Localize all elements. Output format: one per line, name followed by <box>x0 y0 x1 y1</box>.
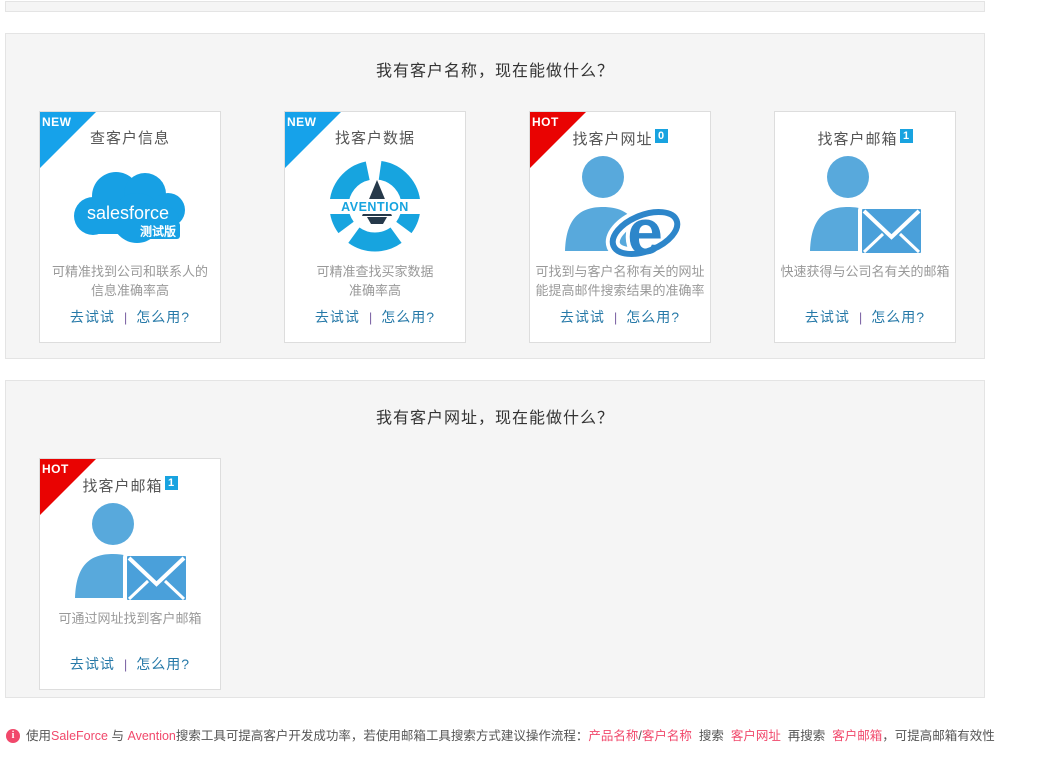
link-separator: | <box>124 310 127 325</box>
new-ribbon: NEW <box>39 111 97 169</box>
salesforce-trial-tag: 测试版 <box>140 223 176 238</box>
footer-segment: 搜索 <box>692 729 731 743</box>
desc-line: 准确率高 <box>285 281 465 300</box>
desc-line: 快速获得与公司名有关的邮箱 <box>775 262 955 281</box>
footer-tip: i 使用SaleForce 与 Avention搜索工具可提高客户开发成功率，若… <box>6 727 1040 746</box>
card-check-customer-info: NEW 查客户信息 salesforce 测试版 <box>39 111 221 343</box>
card-icon-area <box>775 149 955 262</box>
link-separator: | <box>369 310 372 325</box>
footer-segment: 与 <box>108 729 127 743</box>
card-desc: 可精准查找买家数据 准确率高 <box>285 262 465 306</box>
desc-line: 可通过网址找到客户邮箱 <box>40 609 220 628</box>
ribbon-label: NEW <box>42 115 72 129</box>
footer-highlight-term[interactable]: Avention <box>127 729 175 743</box>
how-link[interactable]: 怎么用? <box>381 309 435 325</box>
section-title: 我有客户网址，现在能做什么？ <box>6 381 984 428</box>
footer-segment: ，可提高邮箱有效性 <box>882 729 995 743</box>
card-find-customer-website: HOT 找客户网址0 e 可找到与客户名称有关的网址 能提高邮件搜索结果的准确率 <box>529 111 711 343</box>
try-link[interactable]: 去试试 <box>560 309 605 325</box>
top-bar <box>5 1 985 12</box>
info-icon: i <box>6 729 20 743</box>
card-title-row: 找客户邮箱1 <box>775 129 955 149</box>
hot-ribbon: HOT <box>39 458 97 516</box>
card-title: 找客户数据 <box>335 130 415 147</box>
footer-highlight-term[interactable]: 客户邮箱 <box>832 729 882 743</box>
section-title: 我有客户名称，现在能做什么？ <box>6 34 984 81</box>
how-link[interactable]: 怎么用? <box>136 656 190 672</box>
footer-segment: 再搜索 <box>781 729 832 743</box>
card-desc: 可通过网址找到客户邮箱 <box>40 609 220 653</box>
section-have-customer-name: 我有客户名称，现在能做什么？ NEW 查客户信息 <box>5 33 985 359</box>
footer-highlight-term[interactable]: SaleForce <box>51 729 108 743</box>
person-email-icon <box>800 151 930 261</box>
salesforce-logo-icon: salesforce 测试版 <box>70 163 190 249</box>
avention-wordmark: AVENTION <box>341 200 409 214</box>
new-ribbon: NEW <box>284 111 342 169</box>
cards-row: HOT 找客户邮箱1 可通过网址找到客户邮箱 <box>39 458 984 690</box>
footer-highlight-term[interactable]: 客户网址 <box>731 729 781 743</box>
card-links: 去试试 | 怎么用? <box>285 306 465 332</box>
link-separator: | <box>614 310 617 325</box>
avention-logo-icon: AVENTION <box>325 156 425 256</box>
link-separator: | <box>859 310 862 325</box>
footer-highlight-term[interactable]: 产品名称 <box>588 729 638 743</box>
link-separator: | <box>124 657 127 672</box>
section-have-customer-website: 我有客户网址，现在能做什么？ HOT 找客户邮箱1 <box>5 380 985 698</box>
card-links: 去试试 | 怎么用? <box>775 306 955 332</box>
desc-line: 可找到与客户名称有关的网址 <box>530 262 710 281</box>
desc-line: 能提高邮件搜索结果的准确率 <box>530 281 710 300</box>
card-find-customer-email: 找客户邮箱1 快速获得与公司名有关的邮箱 去试试 | 怎么用? <box>774 111 956 343</box>
cards-row: NEW 查客户信息 salesforce 测试版 <box>39 111 984 343</box>
card-desc: 可精准找到公司和联系人的 信息准确率高 <box>40 262 220 306</box>
card-desc: 快速获得与公司名有关的邮箱 <box>775 262 955 306</box>
count-badge: 1 <box>900 129 913 143</box>
footer-highlight-term[interactable]: 客户名称 <box>642 729 692 743</box>
desc-line: 可精准查找买家数据 <box>285 262 465 281</box>
card-desc: 可找到与客户名称有关的网址 能提高邮件搜索结果的准确率 <box>530 262 710 306</box>
footer-segment: 使用 <box>26 729 51 743</box>
how-link[interactable]: 怎么用? <box>871 309 925 325</box>
card-find-customer-data: NEW 找客户数据 AVENTION 可精准查找买家数据 准确率高 去试试 | 怎么… <box>284 111 466 343</box>
ribbon-label: NEW <box>287 115 317 129</box>
count-badge: 1 <box>165 476 178 490</box>
card-links: 去试试 | 怎么用? <box>40 653 220 679</box>
how-link[interactable]: 怎么用? <box>136 309 190 325</box>
hot-ribbon: HOT <box>529 111 587 169</box>
footer-text: 使用SaleForce 与 Avention搜索工具可提高客户开发成功率，若使用… <box>26 727 995 746</box>
ribbon-label: HOT <box>42 462 69 476</box>
how-link[interactable]: 怎么用? <box>626 309 680 325</box>
card-title: 查客户信息 <box>90 130 170 147</box>
card-links: 去试试 | 怎么用? <box>40 306 220 332</box>
card-links: 去试试 | 怎么用? <box>530 306 710 332</box>
card-title: 找客户邮箱 <box>817 131 897 148</box>
desc-line: 信息准确率高 <box>40 281 220 300</box>
card-find-email-by-website: HOT 找客户邮箱1 可通过网址找到客户邮箱 <box>39 458 221 690</box>
ribbon-label: HOT <box>532 115 559 129</box>
salesforce-wordmark: salesforce <box>87 203 169 223</box>
desc-line: 可精准找到公司和联系人的 <box>40 262 220 281</box>
try-link[interactable]: 去试试 <box>805 309 850 325</box>
try-link[interactable]: 去试试 <box>70 656 115 672</box>
footer-segment: 搜索工具可提高客户开发成功率，若使用邮箱工具搜索方式建议操作流程： <box>176 729 589 743</box>
try-link[interactable]: 去试试 <box>70 309 115 325</box>
try-link[interactable]: 去试试 <box>315 309 360 325</box>
count-badge: 0 <box>655 129 668 143</box>
